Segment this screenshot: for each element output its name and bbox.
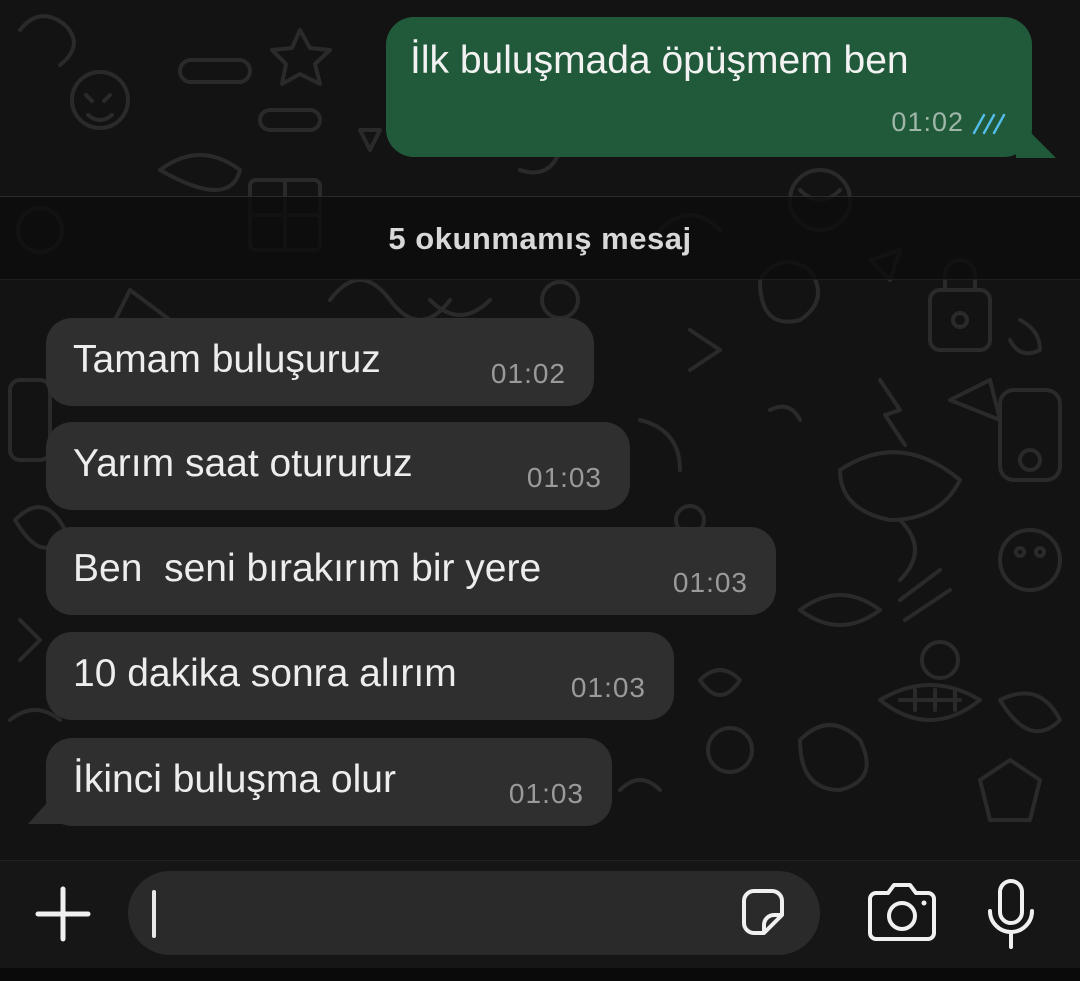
incoming-message-bubble[interactable]: Ben seni bırakırım bir yere 01:03 [46, 527, 776, 615]
incoming-message-bubble[interactable]: İkinci buluşma olur 01:03 [46, 738, 612, 826]
incoming-message-time: 01:03 [570, 672, 646, 703]
chat-screen: İlk buluşmada öpüşmem ben 01:02 5 okunma… [0, 0, 1080, 981]
message-input-bar [0, 860, 1080, 981]
incoming-message-text: 10 dakika sonra alırım [73, 652, 457, 695]
outgoing-message-time: 01:02 [891, 107, 964, 137]
incoming-message-time: 01:03 [672, 567, 748, 598]
text-caret [152, 890, 156, 938]
plus-icon[interactable] [30, 881, 96, 947]
outgoing-message-meta: 01:02 [891, 107, 1008, 138]
unread-messages-label: 5 okunmamış mesaj [388, 221, 692, 256]
incoming-message-text: Ben seni bırakırım bir yere [73, 547, 542, 590]
incoming-message-time: 01:03 [526, 462, 602, 493]
double-check-read-icon [972, 113, 1006, 134]
outgoing-message-text: İlk buluşmada öpüşmem ben [410, 39, 909, 82]
incoming-message-time: 01:03 [508, 778, 584, 809]
incoming-message-text: Yarım saat otururuz [73, 442, 413, 485]
bottom-edge [0, 968, 1080, 981]
incoming-message-text: Tamam buluşuruz [73, 338, 381, 381]
incoming-message-bubble[interactable]: 10 dakika sonra alırım 01:03 [46, 632, 674, 720]
sticker-icon[interactable] [734, 885, 790, 941]
outgoing-message-bubble[interactable]: İlk buluşmada öpüşmem ben 01:02 [386, 17, 1032, 157]
microphone-icon[interactable] [982, 877, 1040, 953]
incoming-message-bubble[interactable]: Yarım saat otururuz 01:03 [46, 422, 630, 510]
incoming-message-bubble[interactable]: Tamam buluşuruz 01:02 [46, 318, 594, 406]
unread-messages-divider: 5 okunmamış mesaj [0, 196, 1080, 280]
incoming-message-time: 01:02 [490, 358, 566, 389]
camera-icon[interactable] [862, 881, 942, 945]
message-input[interactable] [128, 871, 820, 955]
incoming-message-text: İkinci buluşma olur [73, 758, 396, 801]
